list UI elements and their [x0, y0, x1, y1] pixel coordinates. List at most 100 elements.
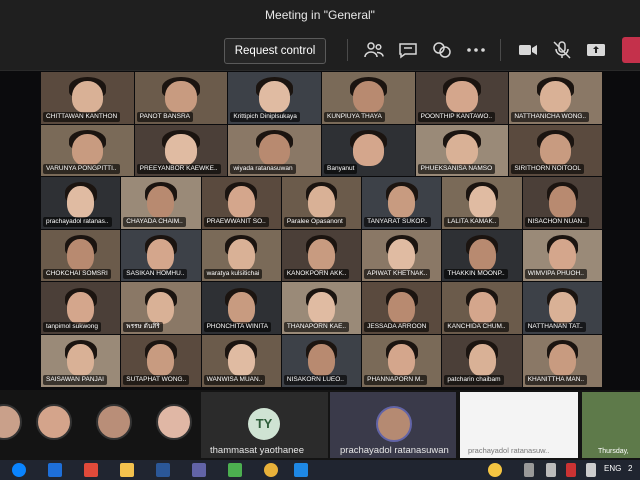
participant-name-label: prachayadol ratanas..: [43, 216, 112, 227]
participant-name-label: CHOKCHAI SOMSRI: [43, 269, 111, 280]
participant-name-label: Paralee Opasanont: [283, 216, 346, 227]
participant-name-label: NISACHON NUAN..: [524, 216, 589, 227]
speaker-avatar: [376, 406, 412, 442]
participant-video-tile[interactable]: THAKKIN MOONP..: [442, 229, 522, 282]
participant-video-tile[interactable]: พรรษ ตันสิริ: [121, 282, 201, 334]
window-title: Meeting in "General": [0, 0, 640, 30]
mic-muted-icon[interactable]: [550, 38, 574, 62]
tray-icon[interactable]: [586, 463, 596, 477]
participant-video-tile[interactable]: Paralee Opasanont: [281, 177, 362, 229]
tray-icon[interactable]: [524, 463, 534, 477]
participant-name-label: THAKKIN MOONP..: [444, 269, 508, 280]
line-icon[interactable]: [228, 463, 242, 477]
mail-icon[interactable]: [48, 463, 62, 477]
participant-name-label: waratya kulsitichai: [203, 269, 263, 280]
participant-video-tile[interactable]: SAISAWAN PANJAI: [41, 335, 121, 387]
participant-video-tile[interactable]: THANAPORN KAE..: [281, 282, 362, 334]
participant-video-tile[interactable]: NISACHON NUAN..: [522, 177, 602, 229]
participant-video-tile[interactable]: PREEYANBOR KAEWKE..: [134, 124, 228, 177]
participant-card-name: prachayadol ratanasuwan: [340, 445, 449, 456]
participant-video-tile[interactable]: PHUEKSANISA NAMSO: [415, 124, 509, 177]
participant-video-tile[interactable]: NATTHANAN TAT..: [522, 282, 602, 334]
participant-card-name: thammasat yaothanee: [210, 445, 305, 456]
camera-icon[interactable]: [516, 38, 540, 62]
participant-avatar[interactable]: [96, 404, 132, 440]
participant-face: [67, 239, 95, 272]
participant-video-tile[interactable]: APIWAT KHETNAK..: [362, 229, 442, 282]
participant-video-tile[interactable]: SIRITHORN NOITOOL: [509, 124, 602, 177]
participant-video-tile[interactable]: CHITTAWAN KANTHON: [41, 72, 134, 124]
participant-video-tile[interactable]: KANCHIDA CHUM..: [442, 282, 522, 334]
leave-button[interactable]: [622, 37, 640, 63]
participant-video-tile[interactable]: WIMVIPA PHUOH..: [522, 229, 602, 282]
participant-video-tile[interactable]: KUNPIUYA THAYA: [322, 72, 415, 124]
participant-face: [352, 133, 385, 166]
participant-face: [468, 344, 496, 377]
participant-video-tile[interactable]: TANYARAT SUKOP..: [362, 177, 442, 229]
participant-name-label: WIMVIPA PHUOH..: [524, 269, 587, 280]
participant-face: [67, 186, 95, 219]
participant-face: [468, 186, 496, 219]
participant-name-label: Banyanut: [324, 164, 358, 175]
participant-video-tile[interactable]: KHANITTHA MAN..: [522, 335, 602, 387]
clock[interactable]: 2: [628, 464, 632, 473]
participant-face: [548, 239, 576, 272]
participant-name-label: wiyada ratanasuwan: [230, 164, 296, 175]
participant-video-tile[interactable]: tanpimol sukwong: [41, 282, 121, 334]
participants-icon[interactable]: [362, 38, 386, 62]
participant-video-tile[interactable]: VARUNYA PONGPITTI..: [41, 124, 134, 177]
file-explorer-icon[interactable]: [120, 463, 134, 477]
participant-initials-avatar: TY: [248, 408, 280, 440]
toolbar-divider: [347, 39, 348, 61]
participant-video-tile[interactable]: PANOT BANSRA: [134, 72, 228, 124]
photos-icon[interactable]: [294, 463, 308, 477]
participant-video-tile[interactable]: Banyanut: [322, 124, 415, 177]
participant-video-tile[interactable]: CHOKCHAI SOMSRI: [41, 229, 121, 282]
participant-name-label: SUTAPHAT WONG..: [123, 374, 190, 385]
participant-video-tile[interactable]: waratya kulsitichai: [201, 229, 281, 282]
participant-face: [539, 81, 572, 114]
participant-video-tile[interactable]: KANOKPORN AKK..: [281, 229, 362, 282]
participant-video-tile[interactable]: PRAEWWANIT SO..: [201, 177, 281, 229]
participant-video-tile[interactable]: Krittipich Diniplsukaya: [228, 72, 321, 124]
participant-video-tile[interactable]: PHANNAPORN M..: [362, 335, 442, 387]
tray-icon[interactable]: [566, 463, 576, 477]
more-options-icon[interactable]: [464, 38, 488, 62]
participant-video-tile[interactable]: NISAKORN LUEO..: [281, 335, 362, 387]
participant-video-tile[interactable]: NATTHANICHA WONG..: [509, 72, 602, 124]
participant-video-tile[interactable]: CHAYADA CHAIM..: [121, 177, 201, 229]
request-control-button[interactable]: Request control: [224, 38, 326, 64]
app-icon[interactable]: [84, 463, 98, 477]
share-screen-icon[interactable]: [584, 38, 608, 62]
chat-icon[interactable]: [396, 38, 420, 62]
participant-video-tile[interactable]: LALITA KAMAK..: [442, 177, 522, 229]
tray-icon[interactable]: [546, 463, 556, 477]
participant-video-tile[interactable]: POONTHIP KANTAWO..: [415, 72, 509, 124]
participant-video-tile[interactable]: prachayadol ratanas..: [41, 177, 121, 229]
participant-face: [468, 291, 496, 324]
participant-face: [258, 133, 291, 166]
chrome-icon[interactable]: [264, 463, 278, 477]
participant-avatar[interactable]: [156, 404, 192, 440]
participant-video-tile[interactable]: PHONCHITA WINITA: [201, 282, 281, 334]
participant-name-label: KANCHIDA CHUM..: [444, 321, 509, 332]
word-icon[interactable]: [156, 463, 170, 477]
reactions-icon[interactable]: [430, 38, 454, 62]
participant-video-tile[interactable]: WANWISA MUAN..: [201, 335, 281, 387]
participant-face: [308, 291, 335, 324]
participant-video-tile[interactable]: wiyada ratanasuwan: [228, 124, 321, 177]
participant-video-tile[interactable]: SUTAPHAT WONG..: [121, 335, 201, 387]
participant-face: [308, 239, 335, 272]
participant-video-tile[interactable]: JESSADA ARROON: [362, 282, 442, 334]
participant-name-label: JESSADA ARROON: [364, 321, 430, 332]
toolbar-divider: [500, 39, 501, 61]
participant-avatar[interactable]: [36, 404, 72, 440]
participant-name-label: TANYARAT SUKOP..: [364, 216, 431, 227]
participant-video-tile[interactable]: SASIKAN HOMHU..: [121, 229, 201, 282]
participant-video-tile[interactable]: patcharin chaibam: [442, 335, 522, 387]
edge-icon[interactable]: [12, 463, 26, 477]
participant-name-label: NATTHANICHA WONG..: [511, 111, 590, 122]
teams-icon[interactable]: [192, 463, 206, 477]
weather-icon[interactable]: [488, 463, 502, 477]
language-indicator[interactable]: ENG: [604, 464, 621, 473]
